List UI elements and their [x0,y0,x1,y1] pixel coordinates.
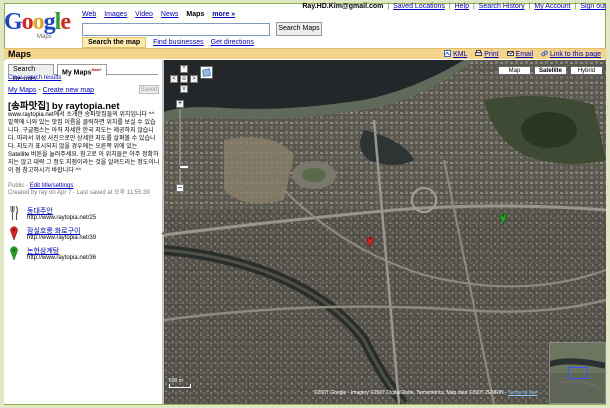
my-account-link[interactable]: My Account [534,3,570,10]
user-email: Ray.HD.Kim@gmail.com [302,3,384,10]
print-icon [475,50,483,56]
search-maps-button[interactable]: Search Maps [276,22,322,36]
user-bar: Ray.HD.Kim@gmail.com | Saved Locations |… [302,3,606,10]
zoom-in-button[interactable]: + [176,100,184,108]
maps-title: Maps [8,49,32,59]
pan-left-button[interactable]: < [170,75,178,83]
tab-get-directions[interactable]: Get directions [211,39,254,46]
saved-button[interactable]: Saved [139,85,159,94]
maps-title-bar: Maps KML Print Email Link to this page [4,48,606,59]
map-type-map-button[interactable]: Map [498,66,531,75]
edit-title-link[interactable]: Edit title/settings [30,183,74,189]
overview-map[interactable] [549,342,606,404]
satellite-imagery [164,60,606,404]
breadcrumb: My Maps - Create new map [8,87,94,94]
pan-down-button[interactable]: v [180,85,188,93]
email-tool[interactable]: Email [506,51,535,58]
tab-search-the-map[interactable]: Search the map [82,37,147,48]
logo-sub: Maps [37,34,52,40]
new-badge: New! [91,67,102,72]
link-to-page[interactable]: Link to this page [550,51,601,58]
list-item[interactable]: 동대주안 http://www.raytopia.net/25 [8,205,160,225]
left-panel: Search Results My MapsNew! Clear search … [4,60,162,404]
logo-wordmark: Google [4,9,71,35]
scale-bar: 500 m [169,378,191,388]
map-description: www.raytopia.net에서 소개한 송파맛집들의 위치입니다 ^^ 밑… [8,112,160,174]
kml-tool[interactable]: KML [444,50,469,58]
shape-tool-icon[interactable] [200,66,213,79]
terms-of-use-link[interactable]: Terms of Use [508,390,537,396]
nav-news[interactable]: News [161,11,179,18]
zoom-out-button[interactable]: – [176,184,184,192]
google-maps-logo[interactable]: Google Maps [4,10,79,46]
my-maps-link[interactable]: My Maps [8,87,36,94]
map-type-satellite-button[interactable]: Satellite [534,66,567,75]
search-subtabs: Search the map Find businesses Get direc… [82,37,254,48]
map-type-hybrid-button[interactable]: Hybrid [570,66,603,75]
kml-icon [444,50,452,57]
nav-maps: Maps [186,11,205,18]
print-link[interactable]: Print [484,51,498,58]
zoom-slider-handle[interactable] [179,165,189,169]
clear-search-results-link[interactable]: Clear search results [8,75,61,81]
link-icon [541,50,548,57]
zoom-control: + – [176,100,189,192]
copyright-text: ©2007 Google - Imagery ©2007 DigitalGlob… [314,390,504,396]
map-tools: KML Print Email Link to this page [438,50,601,58]
nav-images[interactable]: Images [104,11,127,18]
map-meta: Public - Edit title/settings Created by … [8,183,150,196]
kml-link[interactable]: KML [453,51,467,58]
map-view[interactable]: ^ < o > v + – Map Satellite Hybrid 500 m… [164,60,606,404]
overview-viewport[interactable] [568,367,588,379]
tab-find-businesses[interactable]: Find businesses [153,39,204,46]
list-item[interactable]: 논현삼계탕 http://www.raytopia.net/36 [8,245,160,265]
create-new-map-link[interactable]: Create new map [43,87,94,94]
email-icon [506,51,514,56]
top-nav: Web Images Video News Maps more » [82,11,241,18]
nav-more[interactable]: more » [212,11,235,18]
link-tool[interactable]: Link to this page [541,50,601,58]
places-list: 동대주안 http://www.raytopia.net/25 잠실호롱 화로구… [8,205,160,265]
list-item[interactable]: 잠실호롱 화로구이 http://www.raytopia.net/39 [8,225,160,245]
tab-my-maps[interactable]: My MapsNew! [57,64,107,76]
green-map-pin-icon[interactable] [499,212,507,224]
red-pin-icon [10,226,18,240]
panel-tabs: Search Results My MapsNew! [8,64,158,83]
help-link[interactable]: Help [455,3,469,10]
tab-search-results[interactable]: Search Results [8,64,54,83]
nav-video[interactable]: Video [135,11,153,18]
saved-locations-link[interactable]: Saved Locations [393,3,445,10]
place-url: http://www.raytopia.net/39 [27,235,97,241]
search-input[interactable] [82,23,270,36]
pan-up-button[interactable]: ^ [180,65,188,73]
public-label: Public [8,183,25,189]
search-history-link[interactable]: Search History [479,3,525,10]
zoom-track[interactable] [179,109,189,183]
pan-center-button[interactable]: o [180,75,188,83]
map-title: [송파맛집] by raytopia.net [8,101,120,112]
place-url: http://www.raytopia.net/25 [27,215,97,221]
map-copyright: ©2007 Google - Imagery ©2007 DigitalGlob… [314,390,538,396]
sign-out-link[interactable]: Sign out [580,3,606,10]
place-url: http://www.raytopia.net/36 [27,255,97,261]
created-info: Created by ray on Apr 7 - Last saved at … [8,190,150,196]
nav-web[interactable]: Web [82,11,96,18]
green-pin-icon [10,246,18,260]
pan-right-button[interactable]: > [190,75,198,83]
email-link[interactable]: Email [516,51,534,58]
scale-label: 500 m [169,378,183,384]
restaurant-icon [10,206,18,220]
print-tool[interactable]: Print [475,50,500,58]
tab-my-maps-label: My Maps [62,69,92,77]
red-map-pin-icon[interactable] [366,235,374,247]
